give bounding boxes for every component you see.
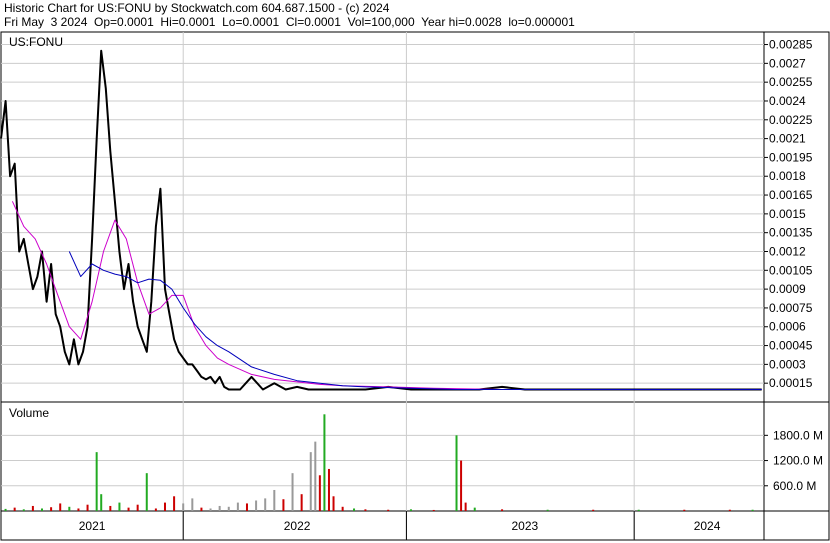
volume-bar bbox=[364, 509, 367, 511]
volume-bar bbox=[387, 509, 390, 511]
volume-bar bbox=[68, 506, 71, 511]
price-tick-label: 0.00225 bbox=[769, 113, 813, 127]
volume-bar bbox=[59, 503, 62, 511]
volume-bar bbox=[255, 500, 258, 511]
series-line-ma_long bbox=[68, 251, 762, 390]
volume-bar bbox=[77, 508, 80, 511]
volume-bar bbox=[191, 498, 194, 511]
volume-bar bbox=[473, 507, 476, 511]
volume-bar bbox=[31, 505, 34, 511]
volume-bar bbox=[227, 506, 230, 511]
price-tick-label: 0.0015 bbox=[769, 207, 806, 221]
volume-bar bbox=[145, 473, 148, 511]
price-tick-label: 0.00135 bbox=[769, 226, 813, 240]
volume-bar bbox=[432, 509, 435, 511]
volume-tick-label: 600.0 M bbox=[773, 479, 816, 493]
volume-bar bbox=[546, 509, 549, 511]
volume-bar bbox=[409, 509, 412, 511]
volume-bar bbox=[50, 507, 53, 511]
volume-bar bbox=[236, 502, 239, 511]
volume-bar bbox=[327, 468, 330, 511]
price-panel-frame bbox=[0, 31, 830, 403]
x-tick-label-2024: 2024 bbox=[694, 519, 721, 533]
volume-bar bbox=[300, 494, 303, 511]
price-tick-label: 0.00015 bbox=[769, 376, 813, 390]
price-tick-label: 0.00165 bbox=[769, 188, 813, 202]
volume-bar bbox=[163, 502, 166, 511]
price-tick-label: 0.00075 bbox=[769, 301, 813, 315]
volume-bar bbox=[218, 505, 221, 511]
volume-bar bbox=[264, 498, 267, 511]
volume-bar bbox=[136, 504, 139, 511]
volume-panel-frame bbox=[0, 401, 830, 512]
volume-bar bbox=[86, 504, 89, 511]
price-tick-label: 0.0009 bbox=[769, 282, 806, 296]
volume-bar bbox=[118, 502, 121, 511]
price-tick-label: 0.00285 bbox=[769, 38, 813, 52]
volume-bar bbox=[332, 496, 335, 511]
price-tick-label: 0.0027 bbox=[769, 56, 806, 70]
volume-bar bbox=[273, 489, 276, 511]
volume-bar bbox=[40, 508, 43, 511]
volume-bar bbox=[154, 508, 157, 511]
volume-bar bbox=[209, 508, 212, 511]
volume-bar bbox=[455, 435, 458, 511]
price-tick-label: 0.0012 bbox=[769, 244, 806, 258]
volume-bar bbox=[501, 509, 504, 511]
volume-bar bbox=[353, 508, 356, 511]
volume-bar bbox=[100, 494, 103, 511]
volume-tick-label: 1800.0 M bbox=[773, 428, 823, 442]
volume-bar bbox=[13, 507, 16, 511]
volume-bar bbox=[245, 503, 248, 511]
volume-panel-title: Volume bbox=[9, 406, 49, 420]
volume-bar bbox=[341, 506, 344, 511]
price-tick-label: 0.0006 bbox=[769, 320, 806, 334]
volume-bar bbox=[95, 452, 98, 511]
price-tick-label: 0.00105 bbox=[769, 263, 813, 277]
price-tick-label: 0.0018 bbox=[769, 169, 806, 183]
volume-bar bbox=[464, 502, 467, 511]
price-tick-label: 0.00195 bbox=[769, 150, 813, 164]
volume-bar bbox=[323, 414, 326, 511]
volume-bar bbox=[309, 452, 312, 511]
volume-bar bbox=[22, 509, 25, 511]
volume-bar bbox=[637, 509, 640, 511]
series-line-ma_short bbox=[11, 201, 762, 390]
price-panel-title: US:FONU bbox=[9, 35, 63, 49]
volume-bar bbox=[182, 503, 185, 511]
volume-bar bbox=[4, 508, 7, 511]
volume-bar bbox=[173, 496, 176, 511]
price-tick-label: 0.00255 bbox=[769, 75, 813, 89]
x-tick-label-2021: 2021 bbox=[79, 519, 106, 533]
volume-bar bbox=[291, 473, 294, 511]
volume-bar bbox=[314, 441, 317, 511]
volume-bar bbox=[592, 509, 595, 511]
volume-bar bbox=[200, 507, 203, 511]
price-tick-label: 0.0024 bbox=[769, 94, 806, 108]
volume-bar bbox=[109, 505, 112, 511]
volume-tick-label: 1200.0 M bbox=[773, 454, 823, 468]
x-tick-label-2023: 2023 bbox=[511, 519, 538, 533]
volume-bar bbox=[683, 509, 686, 511]
stock-chart: 2021 2022 2023 2024 0.00285 0.0027 0.00255 0.00… bbox=[0, 31, 830, 541]
volume-bar bbox=[460, 460, 463, 511]
price-tick-label: 0.00045 bbox=[769, 339, 813, 353]
x-tick-label-2022: 2022 bbox=[284, 519, 311, 533]
volume-bar bbox=[127, 507, 130, 511]
volume-bar bbox=[318, 475, 321, 511]
volume-bar bbox=[751, 509, 754, 511]
price-tick-label: 0.0003 bbox=[769, 357, 806, 371]
price-tick-label: 0.0021 bbox=[769, 132, 806, 146]
volume-bar bbox=[282, 499, 285, 511]
volume-bar bbox=[728, 509, 731, 511]
